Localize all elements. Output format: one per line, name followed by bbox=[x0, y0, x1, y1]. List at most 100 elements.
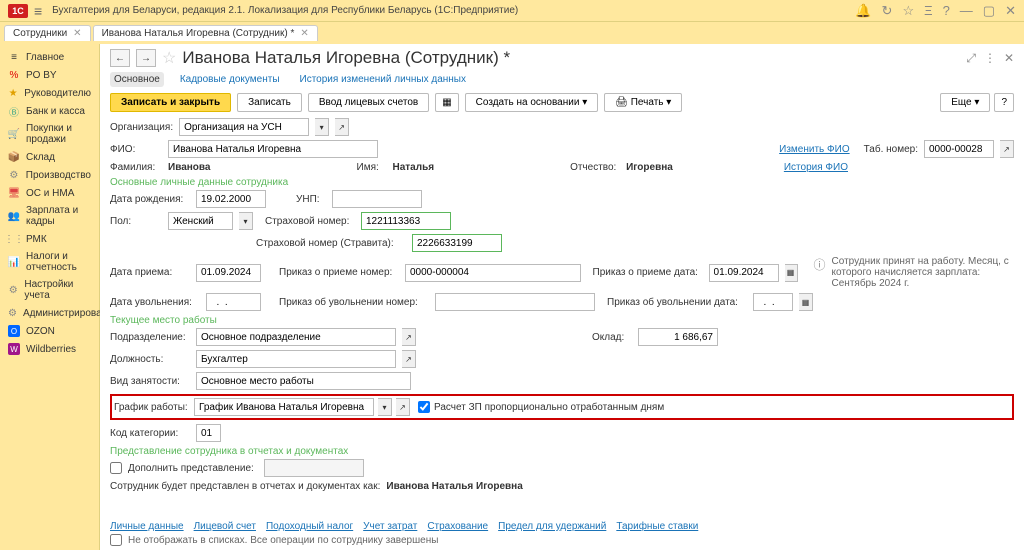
fire-order-label: Приказ об увольнении номер: bbox=[279, 297, 429, 308]
pos-input[interactable] bbox=[196, 350, 396, 368]
occ-input[interactable] bbox=[196, 372, 411, 390]
subtab-main[interactable]: Основное bbox=[110, 72, 164, 87]
sched-input[interactable] bbox=[194, 398, 374, 416]
favorite-star-icon[interactable]: ☆ bbox=[162, 48, 176, 68]
link-costs[interactable]: Учет затрат bbox=[363, 521, 417, 532]
ins-input[interactable] bbox=[361, 212, 451, 230]
sidebar-label: Руководителю bbox=[24, 88, 91, 99]
birth-input[interactable] bbox=[196, 190, 266, 208]
sidebar-item-manager[interactable]: ★Руководителю bbox=[0, 84, 99, 102]
ins2-input[interactable] bbox=[412, 234, 502, 252]
link-account[interactable]: Лицевой счет bbox=[194, 521, 256, 532]
link-limits[interactable]: Предел для удержаний bbox=[498, 521, 606, 532]
link-rates[interactable]: Тарифные ставки bbox=[616, 521, 698, 532]
more-button[interactable]: Еще ▾ bbox=[940, 93, 990, 112]
chevron-down-icon[interactable]: ▾ bbox=[378, 398, 392, 416]
fire-order-input[interactable] bbox=[435, 293, 595, 311]
prop-calc-checkbox[interactable] bbox=[418, 401, 430, 413]
star-icon[interactable]: ☆ bbox=[902, 3, 914, 19]
close-icon[interactable]: ✕ bbox=[1005, 3, 1016, 19]
open-icon[interactable]: ↗ bbox=[402, 350, 416, 368]
create-based-button[interactable]: Создать на основании ▾ bbox=[465, 93, 599, 112]
info-box: ⓘ Сотрудник принят на работу. Месяц, с к… bbox=[814, 256, 1015, 289]
sidebar-item-sales[interactable]: 🛒Покупки и продажи bbox=[0, 120, 99, 148]
schedule-row-highlighted: График работы: ▾ ↗ Расчет ЗП пропорциона… bbox=[110, 394, 1014, 420]
link-insurance[interactable]: Страхование bbox=[427, 521, 488, 532]
fire-order-date-input[interactable] bbox=[753, 293, 793, 311]
salary-label: Оклад: bbox=[592, 332, 632, 343]
menu-dots-icon[interactable]: ⋮ bbox=[984, 51, 996, 66]
subtab-history[interactable]: История изменений личных данных bbox=[296, 72, 470, 87]
subtab-docs[interactable]: Кадровые документы bbox=[176, 72, 284, 87]
salary-input[interactable] bbox=[638, 328, 718, 346]
box-icon: 📦 bbox=[8, 151, 20, 163]
list-button[interactable]: ▦ bbox=[435, 93, 458, 112]
sidebar-item-hr[interactable]: 👥Зарплата и кадры bbox=[0, 202, 99, 230]
sidebar-item-main[interactable]: ≡Главное bbox=[0, 48, 99, 66]
save-button[interactable]: Записать bbox=[237, 93, 302, 112]
change-fio-link[interactable]: Изменить ФИО bbox=[779, 144, 849, 155]
history-fio-link[interactable]: История ФИО bbox=[784, 162, 848, 173]
open-icon[interactable]: ↗ bbox=[396, 398, 410, 416]
hire-order-input[interactable] bbox=[405, 264, 581, 282]
fire-order-date-label: Приказ об увольнении дата: bbox=[607, 297, 747, 308]
tab-employees[interactable]: Сотрудники ✕ bbox=[4, 25, 91, 41]
org-input[interactable] bbox=[179, 118, 309, 136]
help-button[interactable]: ? bbox=[994, 93, 1014, 112]
calendar-icon[interactable]: ▦ bbox=[785, 264, 798, 282]
link-income-tax[interactable]: Подоходный налог bbox=[266, 521, 353, 532]
sidebar-item-production[interactable]: ⚙Производство bbox=[0, 166, 99, 184]
fire-input[interactable] bbox=[206, 293, 261, 311]
link-icon[interactable]: ⤢ bbox=[966, 51, 976, 66]
link-personal[interactable]: Личные данные bbox=[110, 521, 184, 532]
calendar-icon[interactable]: ▦ bbox=[799, 293, 813, 311]
open-icon[interactable]: ↗ bbox=[1000, 140, 1014, 158]
ext-present-checkbox[interactable] bbox=[110, 462, 122, 474]
hire-label: Дата приема: bbox=[110, 267, 190, 278]
cat-input[interactable] bbox=[196, 424, 221, 442]
maximize-icon[interactable]: ▢ bbox=[983, 3, 995, 19]
sidebar-item-wb[interactable]: WWildberries bbox=[0, 340, 99, 358]
tabnum-input[interactable] bbox=[924, 140, 994, 158]
open-icon[interactable]: ↗ bbox=[335, 118, 349, 136]
hire-order-date-label: Приказ о приеме дата: bbox=[593, 267, 703, 278]
sex-label: Пол: bbox=[110, 216, 162, 227]
help-icon[interactable]: ? bbox=[943, 3, 950, 18]
forward-button[interactable]: → bbox=[136, 49, 156, 67]
hire-input[interactable] bbox=[196, 264, 261, 282]
hide-checkbox[interactable] bbox=[110, 534, 122, 546]
print-button[interactable]: 🖨 Печать ▾ bbox=[604, 93, 682, 112]
btn-label: Печать bbox=[631, 97, 664, 108]
fio-input[interactable] bbox=[168, 140, 378, 158]
chevron-down-icon[interactable]: ▾ bbox=[239, 212, 253, 230]
back-button[interactable]: ← bbox=[110, 49, 130, 67]
close-page-icon[interactable]: ✕ bbox=[1004, 51, 1014, 66]
bell-icon[interactable]: 🔔 bbox=[855, 3, 871, 19]
hire-order-date-input[interactable] bbox=[709, 264, 779, 282]
close-tab-icon[interactable]: ✕ bbox=[300, 28, 308, 39]
accounts-button[interactable]: Ввод лицевых счетов bbox=[308, 93, 429, 112]
sidebar-item-assets[interactable]: 🖥ОС и НМА bbox=[0, 184, 99, 202]
sidebar-item-tax[interactable]: 📊Налоги и отчетность bbox=[0, 248, 99, 276]
sidebar-item-stock[interactable]: 📦Склад bbox=[0, 148, 99, 166]
sidebar-item-rmk[interactable]: ⋮⋮РМК bbox=[0, 230, 99, 248]
sidebar-item-admin[interactable]: ⚙Администрирование bbox=[0, 304, 99, 322]
tab-employee-card[interactable]: Иванова Наталья Игоревна (Сотрудник) * ✕ bbox=[93, 25, 318, 41]
save-close-button[interactable]: Записать и закрыть bbox=[110, 93, 231, 112]
sidebar-item-bank[interactable]: ⒷБанк и касса bbox=[0, 102, 99, 120]
unp-input[interactable] bbox=[332, 190, 422, 208]
close-tab-icon[interactable]: ✕ bbox=[73, 28, 81, 39]
sidebar-item-ozon[interactable]: OOZON bbox=[0, 322, 99, 340]
history-icon[interactable]: ↻ bbox=[882, 3, 893, 19]
sidebar-item-settings[interactable]: ⚙Настройки учета bbox=[0, 276, 99, 304]
chat-icon[interactable]: Ξ bbox=[924, 3, 932, 18]
org-label: Организация: bbox=[110, 122, 173, 133]
select-icon[interactable]: ▾ bbox=[315, 118, 329, 136]
minimize-icon[interactable]: — bbox=[960, 3, 973, 18]
hamburger-icon[interactable]: ≡ bbox=[34, 3, 42, 19]
open-icon[interactable]: ↗ bbox=[402, 328, 416, 346]
ins2-label: Страховой номер (Стравита): bbox=[256, 238, 406, 249]
sidebar-item-poby[interactable]: %PO BY bbox=[0, 66, 99, 84]
sex-input[interactable] bbox=[168, 212, 233, 230]
dept-input[interactable] bbox=[196, 328, 396, 346]
